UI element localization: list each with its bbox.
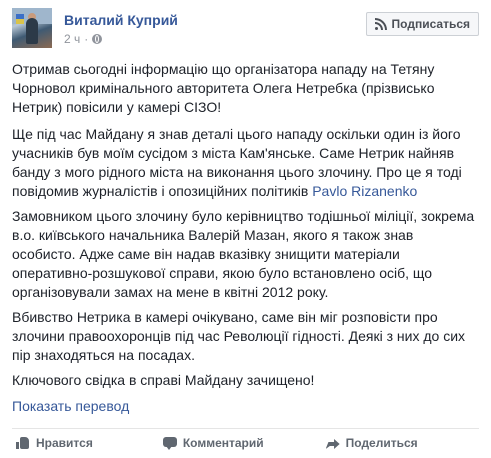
like-label: Нравится — [36, 436, 93, 450]
subscribe-button[interactable]: Подписаться — [365, 12, 479, 36]
rss-icon — [374, 18, 387, 30]
share-label: Поделиться — [345, 436, 418, 450]
avatar[interactable] — [12, 8, 52, 48]
comment-icon — [162, 436, 177, 450]
post-paragraph-1: Отримав сьогодні інформацію що організат… — [12, 61, 435, 115]
share-icon — [325, 436, 340, 450]
post-paragraph-3: Замовником цього злочину було керівництв… — [12, 208, 475, 300]
like-button[interactable]: Нравится — [16, 436, 93, 450]
post-paragraph-5: Ключового свідка в справі Майдану зачище… — [12, 372, 315, 388]
post-paragraph-2: Ще під час Майдану я знав деталі цього н… — [12, 125, 479, 201]
share-button[interactable]: Поделиться — [325, 436, 418, 450]
subscribe-label: Подписаться — [391, 17, 470, 31]
facebook-post: Виталий Куприй 2 ч · Подписаться Отримав… — [0, 0, 491, 458]
mention-link[interactable]: Pavlo Rizanenko — [312, 183, 417, 199]
post-meta: 2 ч · — [64, 32, 103, 46]
post-header: Виталий Куприй 2 ч · Подписаться — [12, 8, 479, 52]
author-name[interactable]: Виталий Куприй — [64, 12, 178, 28]
post-paragraph-4: Вбивство Нетрика в камері очікувано, сам… — [12, 309, 466, 363]
post-actions: Нравится Комментарий Поделиться — [12, 432, 479, 454]
comment-button[interactable]: Комментарий — [162, 436, 264, 450]
globe-icon — [92, 34, 103, 44]
thumbs-up-icon — [16, 436, 30, 450]
actions-divider — [12, 428, 479, 429]
post-time[interactable]: 2 ч — [64, 32, 80, 46]
post-content: Отримав сьогодні інформацію що організат… — [12, 60, 479, 396]
show-translation-link[interactable]: Показать перевод — [12, 398, 129, 414]
comment-label: Комментарий — [182, 436, 264, 450]
